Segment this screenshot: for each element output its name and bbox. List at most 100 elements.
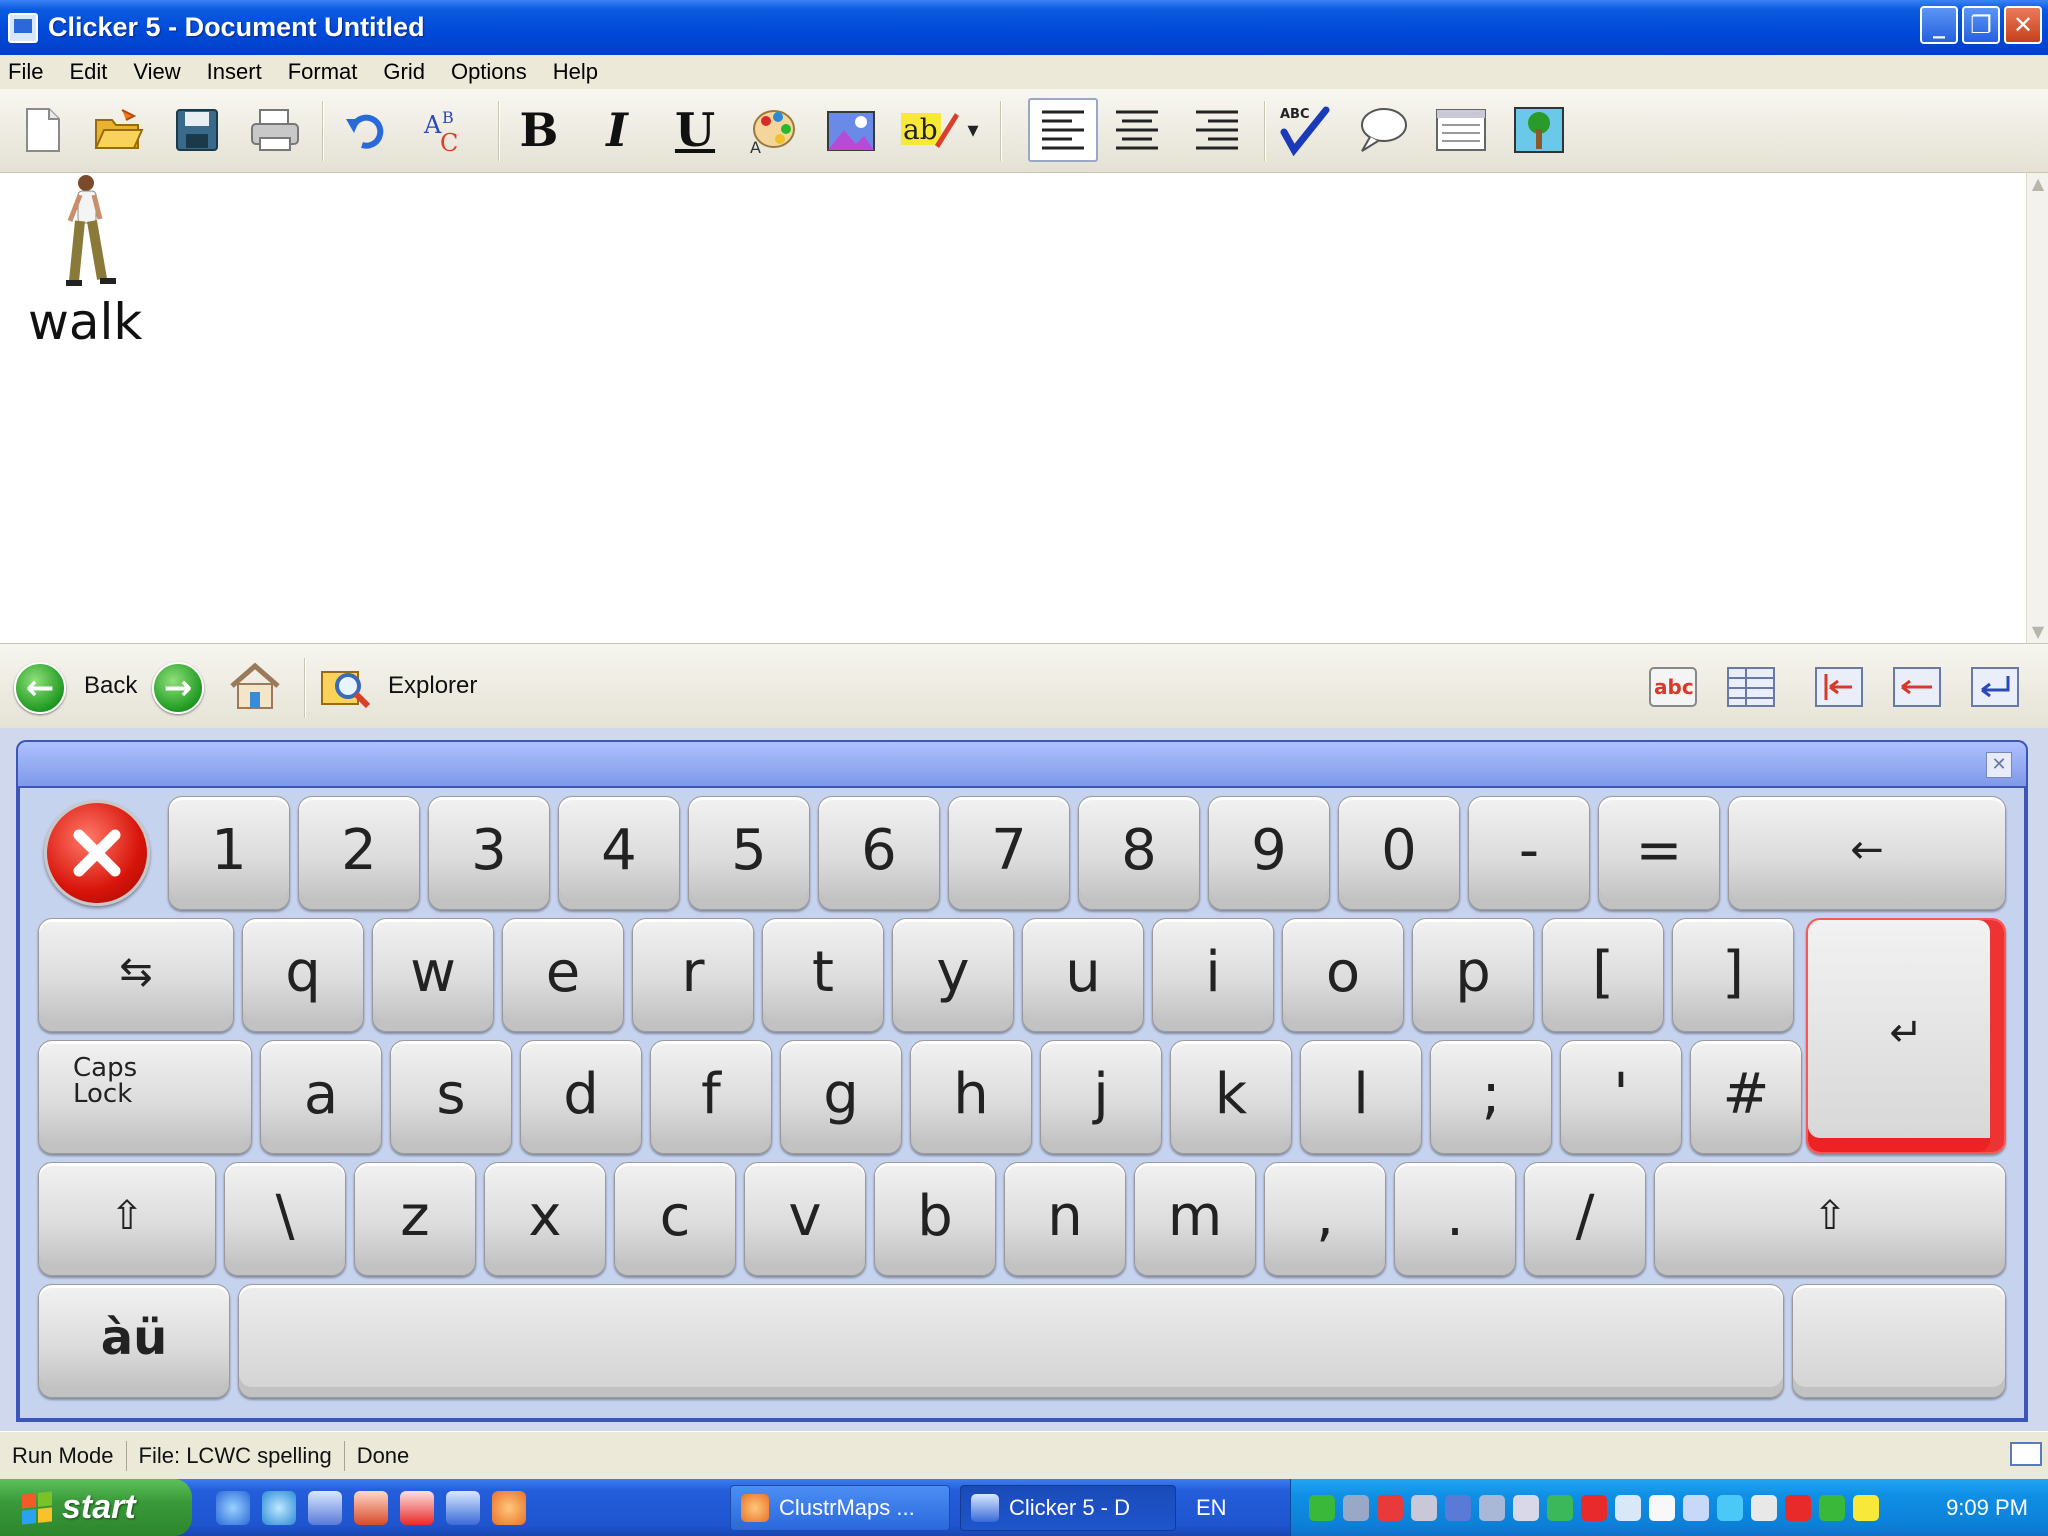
key-d[interactable]: d [520, 1040, 642, 1154]
undo-icon[interactable] [334, 99, 396, 161]
bold-button[interactable]: B [508, 99, 570, 161]
new-document-icon[interactable] [12, 99, 74, 161]
clock[interactable]: 9:09 PM [1946, 1495, 2028, 1521]
minimize-button[interactable]: _ [1920, 6, 1958, 44]
key-7[interactable]: 7 [948, 796, 1070, 910]
grid-close-icon[interactable]: ✕ [1986, 752, 2012, 778]
home-icon[interactable] [228, 660, 282, 714]
key-k[interactable]: k [1170, 1040, 1292, 1154]
tray-network-icon[interactable] [1309, 1495, 1335, 1521]
key-5[interactable]: 5 [688, 796, 810, 910]
key-x[interactable]: x [484, 1162, 606, 1276]
align-right-button[interactable] [1186, 99, 1248, 161]
quicklaunch-desktop-icon[interactable] [216, 1491, 250, 1525]
quicklaunch-word-icon[interactable] [308, 1491, 342, 1525]
tray-monitor-icon[interactable] [1445, 1495, 1471, 1521]
key-apostrophe[interactable]: ' [1560, 1040, 1682, 1154]
tray-device-icon[interactable] [1649, 1495, 1675, 1521]
key-hash[interactable]: # [1690, 1040, 1802, 1154]
key-l[interactable]: l [1300, 1040, 1422, 1154]
key-f[interactable]: f [650, 1040, 772, 1154]
key-semicolon[interactable]: ; [1430, 1040, 1552, 1154]
back-arrow-icon[interactable]: ← [14, 662, 66, 714]
menu-format[interactable]: Format [288, 59, 358, 85]
language-indicator[interactable]: EN [1196, 1495, 1227, 1521]
key-y[interactable]: y [892, 918, 1014, 1032]
key-h[interactable]: h [910, 1040, 1032, 1154]
menu-help[interactable]: Help [553, 59, 598, 85]
forward-arrow-icon[interactable]: → [152, 662, 204, 714]
key-b[interactable]: b [874, 1162, 996, 1276]
restore-button[interactable]: ❐ [1962, 6, 2000, 44]
task-clicker[interactable]: Clicker 5 - D [960, 1485, 1176, 1531]
key-8[interactable]: 8 [1078, 796, 1200, 910]
highlight-dropdown-icon[interactable]: ▾ [960, 99, 986, 161]
spell-check-icon[interactable]: ABC [1274, 99, 1336, 161]
tray-display-icon[interactable] [1751, 1495, 1777, 1521]
key-q[interactable]: q [242, 918, 364, 1032]
cancel-key-icon[interactable] [44, 800, 150, 906]
key-2[interactable]: 2 [298, 796, 420, 910]
key-v[interactable]: v [744, 1162, 866, 1276]
key-right-shift[interactable]: ⇧ [1654, 1162, 2006, 1276]
menu-insert[interactable]: Insert [207, 59, 262, 85]
start-button[interactable]: start [0, 1479, 192, 1536]
key-minus[interactable]: - [1468, 796, 1590, 910]
clicker-app-icon[interactable] [8, 12, 38, 43]
explorer-icon[interactable] [318, 660, 372, 714]
key-g[interactable]: g [780, 1040, 902, 1154]
backspace-tool-icon[interactable] [1890, 660, 1944, 714]
menu-view[interactable]: View [133, 59, 180, 85]
key-3[interactable]: 3 [428, 796, 550, 910]
scroll-down-icon[interactable]: ▼ [2027, 621, 2048, 643]
speech-bubble-icon[interactable] [1352, 99, 1414, 161]
menu-grid[interactable]: Grid [383, 59, 425, 85]
quicklaunch-ie-icon[interactable] [262, 1491, 296, 1525]
close-button[interactable]: ✕ [2004, 6, 2042, 44]
key-s[interactable]: s [390, 1040, 512, 1154]
key-backslash[interactable]: \ [224, 1162, 346, 1276]
key-z[interactable]: z [354, 1162, 476, 1276]
print-icon[interactable] [244, 99, 306, 161]
key-equals[interactable]: = [1598, 796, 1720, 910]
tray-bluetooth-icon[interactable] [1853, 1495, 1879, 1521]
key-space[interactable] [238, 1284, 1784, 1398]
key-right-bracket[interactable]: ] [1672, 918, 1794, 1032]
menu-edit[interactable]: Edit [69, 59, 107, 85]
italic-button[interactable]: I [586, 99, 648, 161]
key-backspace[interactable]: ← [1728, 796, 2006, 910]
tray-wireless-icon[interactable] [1819, 1495, 1845, 1521]
insert-picture-icon[interactable] [820, 99, 882, 161]
tray-app-icon[interactable] [1377, 1495, 1403, 1521]
task-clustrmaps[interactable]: ClustrMaps ... [730, 1485, 950, 1531]
key-6[interactable]: 6 [818, 796, 940, 910]
tray-tool-icon[interactable] [1513, 1495, 1539, 1521]
key-left-bracket[interactable]: [ [1542, 918, 1664, 1032]
tree-picture-icon[interactable] [1508, 99, 1570, 161]
document-scrollbar[interactable]: ▲ ▼ [2026, 173, 2048, 643]
key-r[interactable]: r [632, 918, 754, 1032]
key-i[interactable]: i [1152, 918, 1274, 1032]
tray-word-icon[interactable] [1411, 1495, 1437, 1521]
quicklaunch-acrobat-icon[interactable] [354, 1491, 388, 1525]
tray-t-icon[interactable] [1785, 1495, 1811, 1521]
abc-spelling-icon[interactable]: abc [1646, 660, 1700, 714]
key-e[interactable]: e [502, 918, 624, 1032]
key-c[interactable]: c [614, 1162, 736, 1276]
text-color-palette-icon[interactable]: A [742, 99, 804, 161]
key-o[interactable]: o [1282, 918, 1404, 1032]
highlight-text-icon[interactable]: ab [898, 99, 960, 161]
quicklaunch-app-icon[interactable] [400, 1491, 434, 1525]
return-tool-icon[interactable] [1968, 660, 2022, 714]
tab-left-icon[interactable] [1812, 660, 1866, 714]
scroll-up-icon[interactable]: ▲ [2027, 173, 2048, 195]
key-9[interactable]: 9 [1208, 796, 1330, 910]
window-resize-icon[interactable] [2010, 1442, 2042, 1466]
key-comma[interactable]: , [1264, 1162, 1386, 1276]
font-abc-icon[interactable]: ABC [414, 99, 476, 161]
key-p[interactable]: p [1412, 918, 1534, 1032]
key-w[interactable]: w [372, 918, 494, 1032]
key-4[interactable]: 4 [558, 796, 680, 910]
key-a[interactable]: a [260, 1040, 382, 1154]
key-caps-lock[interactable]: Caps Lock [38, 1040, 252, 1154]
